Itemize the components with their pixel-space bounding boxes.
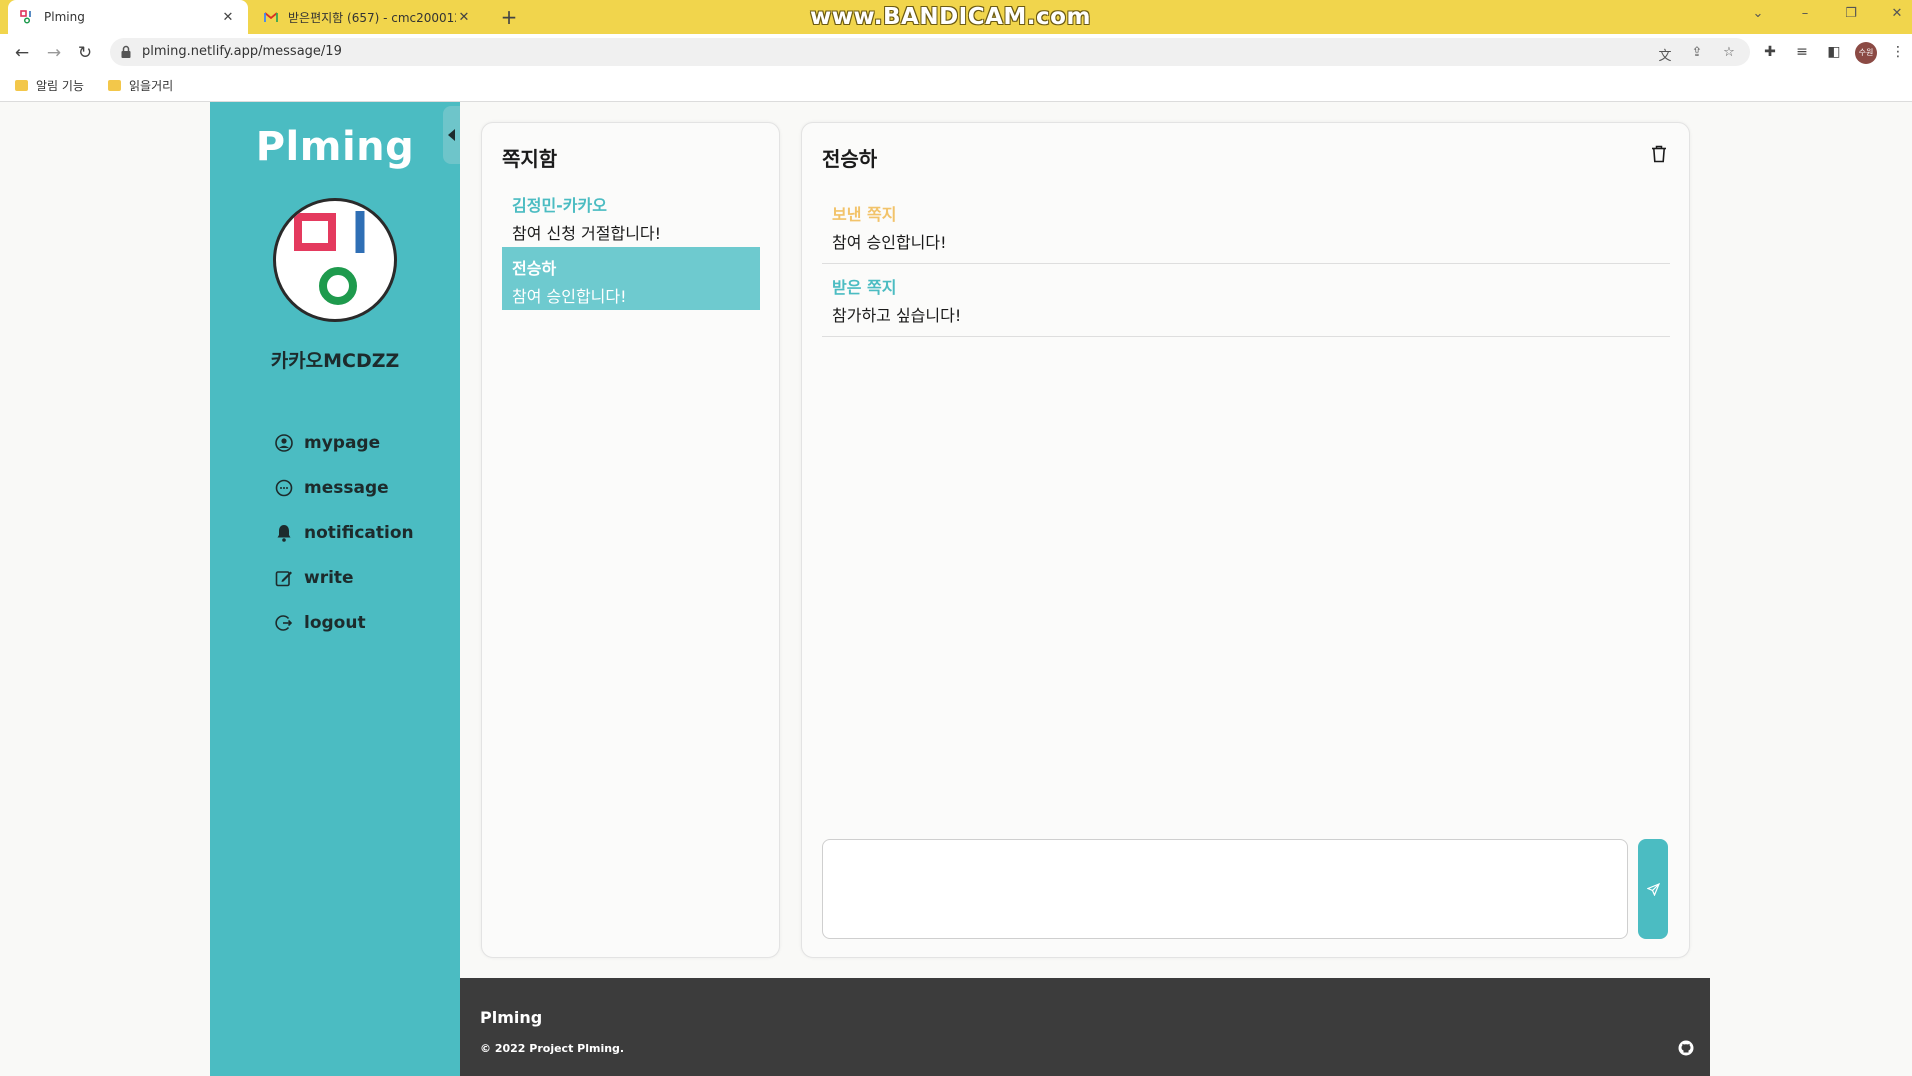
tab-title: 받은편지함 (657) - cmc2000125 [288,10,456,25]
close-window-icon[interactable]: ✕ [1882,6,1912,21]
avatar [273,198,397,322]
conversation-title: 전승하 [822,147,878,171]
edit-icon [274,568,294,588]
close-tab-icon[interactable]: ✕ [456,10,472,25]
inbox-title: 쪽지함 [502,147,558,171]
reading-list[interactable]: 읽을거리 [108,77,173,94]
footer-title: Plming [480,1008,543,1027]
user-circle-icon [274,433,294,453]
profile-avatar-icon[interactable]: 수원 [1855,42,1877,64]
conversation-preview: 참여 승인합니다! [512,287,627,306]
bookmarks-bar: 알림 기능 읽을거리 [0,70,1912,102]
avatar-logo-image [294,211,365,305]
browser-toolbar: ← → ↻ plming.netlify.app/message/19 文 ⇪ … [0,34,1912,70]
sidebar-item-label: message [304,477,389,498]
sidebar-item-label: mypage [304,432,381,453]
restore-icon[interactable]: ❐ [1836,6,1866,21]
trash-icon[interactable] [1651,145,1669,165]
conversation-name: 김정민-카카오 [512,196,607,215]
conversation-item[interactable]: 김정민-카카오 참여 신청 거절합니다! [502,184,760,247]
logout-icon [274,613,294,633]
folder-icon [15,80,28,91]
reload-icon[interactable]: ↻ [74,42,96,64]
lock-icon [120,44,132,58]
bookmark-label: 읽을거리 [129,79,174,93]
browser-tab-bar: Plming ✕ 받은편지함 (657) - cmc2000125 ✕ + ww… [0,0,1912,34]
forward-icon[interactable]: → [43,42,65,64]
message-item-received: 받은 쪽지 참가하고 싶습니다! [822,264,1670,337]
message-label: 받은 쪽지 [832,278,897,297]
folder-icon [108,80,121,91]
minimize-icon[interactable]: – [1790,6,1820,21]
app-logo[interactable]: Plming [210,124,460,170]
caret-left-icon [447,129,455,141]
bookmark-label: 알림 기능 [36,79,84,93]
bookmark-star-icon[interactable]: ☆ [1720,45,1738,61]
extensions-icon[interactable]: ✚ [1760,42,1780,62]
url-text: plming.netlify.app/message/19 [142,44,342,59]
sidebar-collapse-button[interactable] [443,106,460,164]
bell-icon [274,523,294,543]
back-icon[interactable]: ← [11,42,33,64]
footer: Plming © 2022 Project Plming. [460,978,1710,1076]
gmail-icon [264,10,278,24]
sidebar-item-write[interactable]: write [274,555,414,600]
inbox-panel: 쪽지함 김정민-카카오 참여 신청 거절합니다! 전승하 참여 승인합니다! [481,122,780,958]
sidebar-item-label: write [304,567,354,588]
message-text: 참여 승인합니다! [832,233,947,252]
conversation-panel: 전승하 보낸 쪽지 참여 승인합니다! 받은 쪽지 참가하고 싶습니다! [801,122,1690,958]
tab-title: Plming [44,10,85,24]
sidebar-item-label: notification [304,522,414,543]
browser-menu-icon[interactable]: ⋮ [1888,42,1908,62]
send-icon [1646,882,1660,896]
conversation-list: 김정민-카카오 참여 신청 거절합니다! 전승하 참여 승인합니다! [502,184,760,310]
conversation-name: 전승하 [512,259,557,278]
close-tab-icon[interactable]: ✕ [220,10,236,25]
sidebar-item-label: logout [304,612,366,633]
share-icon[interactable]: ⇪ [1688,45,1706,61]
sidebar-item-logout[interactable]: logout [274,600,414,645]
conversation-preview: 참여 신청 거절합니다! [512,224,662,243]
media-control-icon[interactable]: ≡ [1792,42,1812,62]
message-list: 보낸 쪽지 참여 승인합니다! 받은 쪽지 참가하고 싶습니다! [822,191,1670,337]
side-panel-icon[interactable]: ◧ [1824,42,1844,62]
bookmark-folder[interactable]: 알림 기능 [15,77,84,94]
sidebar: Plming 카카오MCDZZ mypage message notificat… [210,102,460,1076]
recording-watermark: www.BANDICAM.com [810,4,1091,30]
message-input[interactable] [822,839,1628,939]
plming-favicon-icon [20,10,34,24]
send-button[interactable] [1638,839,1668,939]
page: Plming 카카오MCDZZ mypage message notificat… [0,102,1912,1076]
sidebar-item-message[interactable]: message [274,465,414,510]
message-text: 참가하고 싶습니다! [832,306,962,325]
tab-search-icon[interactable]: ⌄ [1743,6,1773,21]
address-bar[interactable]: plming.netlify.app/message/19 文 ⇪ ☆ [110,38,1750,66]
sidebar-menu: mypage message notification write logout [274,420,414,645]
footer-copyright: © 2022 Project Plming. [480,1042,625,1055]
translate-icon[interactable]: 文 [1656,45,1674,64]
sidebar-item-mypage[interactable]: mypage [274,420,414,465]
conversation-item-selected[interactable]: 전승하 참여 승인합니다! [502,247,760,310]
sidebar-item-notification[interactable]: notification [274,510,414,555]
browser-tab-plming[interactable]: Plming ✕ [8,0,248,34]
browser-tab-gmail[interactable]: 받은편지함 (657) - cmc2000125 ✕ [252,0,484,34]
message-item-sent: 보낸 쪽지 참여 승인합니다! [822,191,1670,264]
username: 카카오MCDZZ [270,350,400,372]
chat-bubble-icon [274,478,294,498]
new-tab-button[interactable]: + [496,4,522,30]
github-icon[interactable] [1678,1040,1694,1056]
message-label: 보낸 쪽지 [832,205,897,224]
